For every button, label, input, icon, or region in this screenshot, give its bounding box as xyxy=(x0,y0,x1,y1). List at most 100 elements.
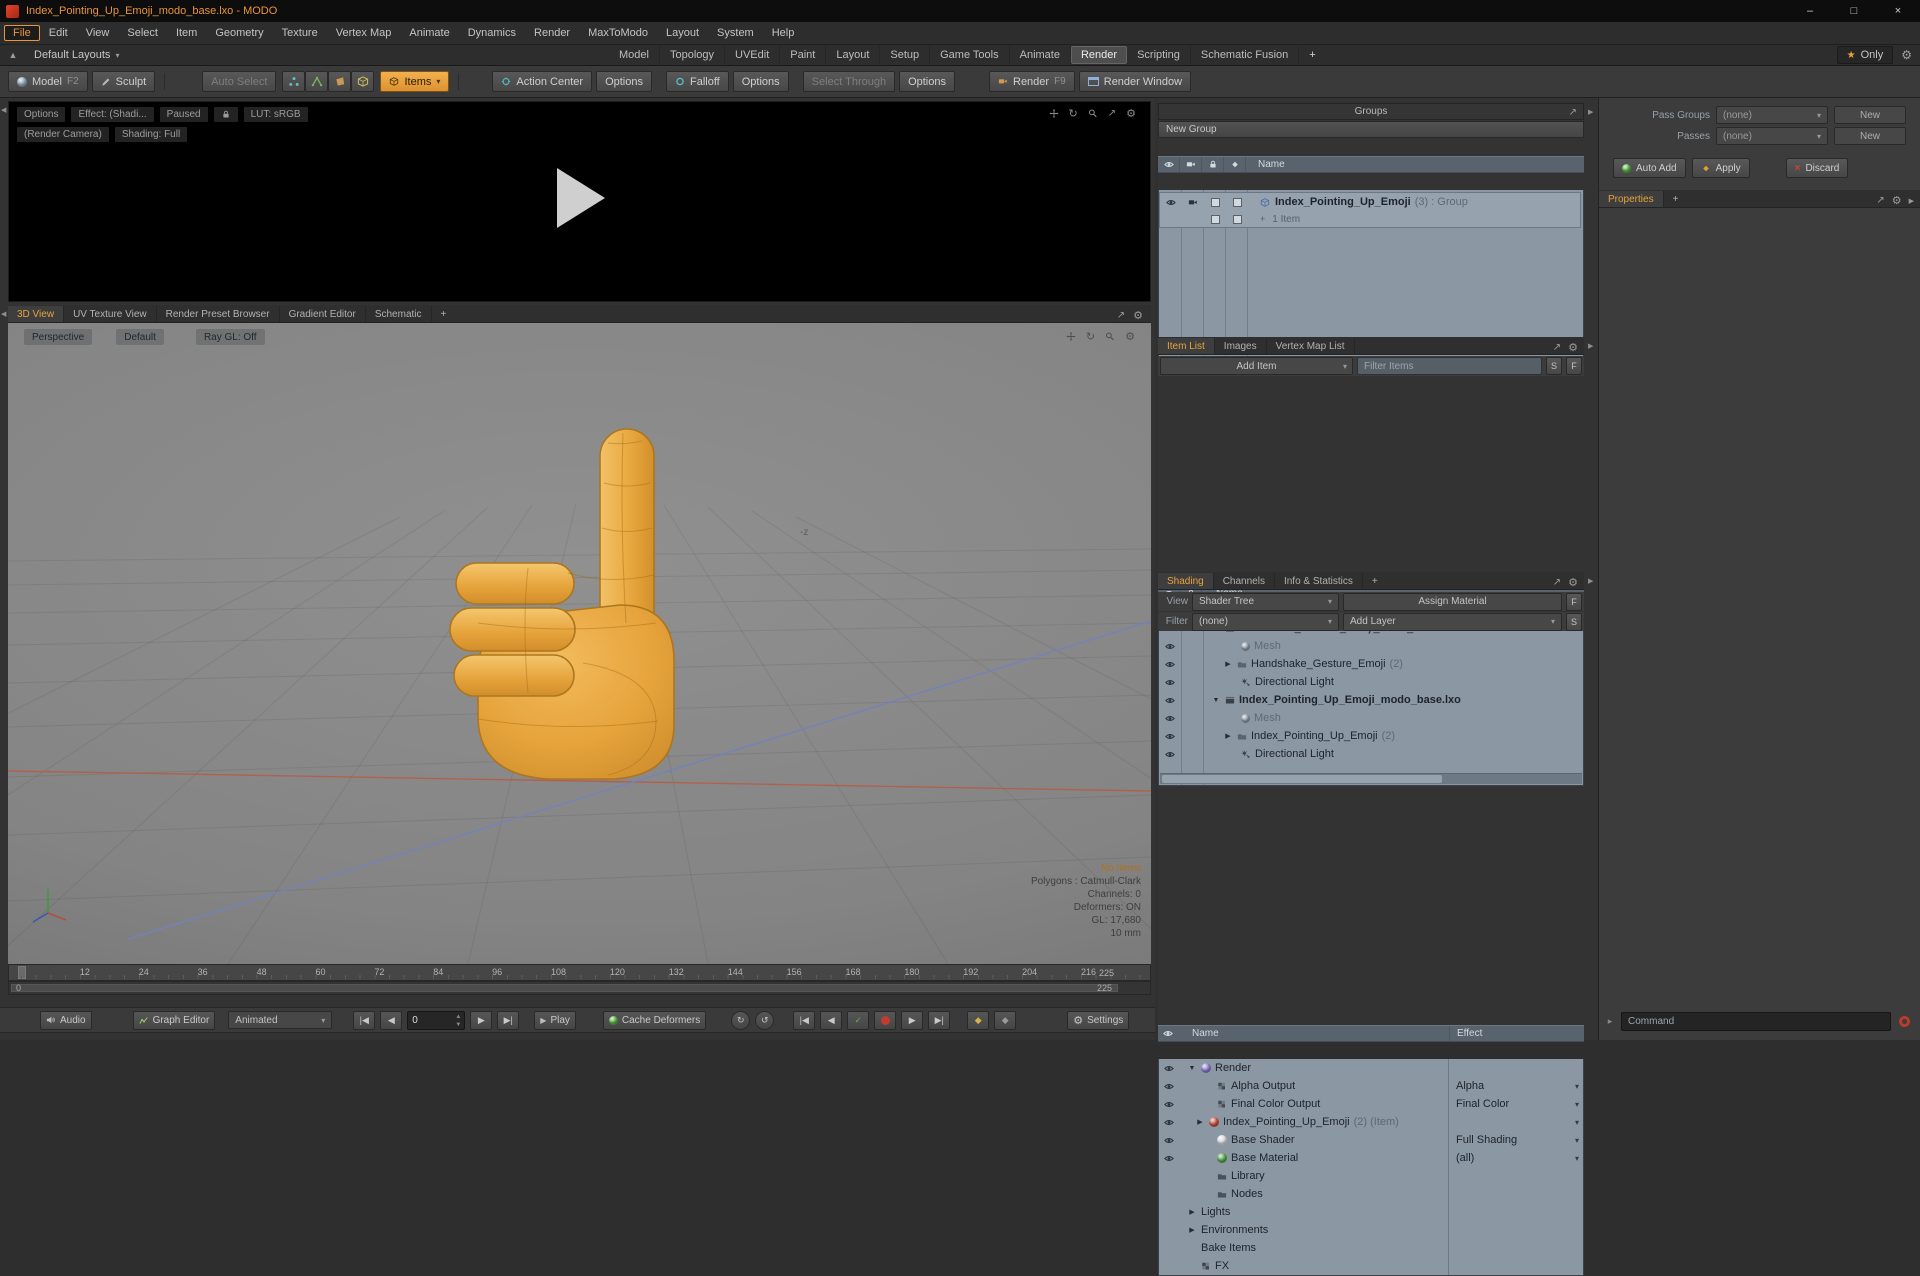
shader-row[interactable]: Final Color Output Final Color▾ xyxy=(1159,1095,1583,1113)
expand-icon[interactable]: ↗ xyxy=(1117,310,1125,321)
panel-collapse-icon[interactable]: ▶ xyxy=(1588,577,1593,585)
menu-item-vertex-map[interactable]: Vertex Map xyxy=(327,25,401,41)
add-key-button[interactable]: ◆ xyxy=(967,1011,989,1030)
select-through-button[interactable]: Select Through xyxy=(803,71,895,92)
group-row[interactable]: Index_Pointing_Up_Emoji (3) : Group xyxy=(1160,193,1580,211)
gear-icon[interactable]: ⚙ xyxy=(1568,576,1578,589)
effect-value[interactable]: Full Shading xyxy=(1456,1134,1517,1146)
panel-collapse-icon[interactable]: ◀ xyxy=(1,106,6,114)
render-window-button[interactable]: Render Window xyxy=(1079,71,1191,92)
viewport-3d[interactable]: -z xyxy=(8,323,1151,964)
go-to-start-button[interactable]: |◀ xyxy=(353,1011,375,1030)
add-properties-tab-button[interactable]: + xyxy=(1664,191,1688,207)
range-track[interactable] xyxy=(11,984,1118,992)
layout-tab-render[interactable]: Render xyxy=(1071,46,1127,64)
shader-row[interactable]: ▶Index_Pointing_Up_Emoji(2) (Item) ▾ xyxy=(1159,1113,1583,1131)
group-checkbox[interactable] xyxy=(1204,211,1226,227)
preview-lut-button[interactable]: LUT: sRGB xyxy=(244,107,308,122)
gear-icon[interactable]: ⚙ xyxy=(1568,341,1578,354)
eye-icon[interactable] xyxy=(1159,655,1181,673)
eye-icon[interactable] xyxy=(1159,1059,1179,1077)
prev-keyframe-button[interactable]: |◀ xyxy=(793,1011,815,1030)
layout-tab-topology[interactable]: Topology xyxy=(660,46,725,64)
group-checkbox[interactable] xyxy=(1204,193,1226,211)
preview-shading-button[interactable]: Shading: Full xyxy=(115,127,187,142)
shader-view-dropdown[interactable]: Shader Tree ▾ xyxy=(1192,593,1339,611)
render-camera-icon[interactable] xyxy=(1182,193,1204,211)
eye-icon[interactable] xyxy=(1159,1077,1179,1095)
effect-value[interactable]: Alpha xyxy=(1456,1080,1484,1092)
panel-collapse-icon[interactable]: ▶ xyxy=(1909,197,1914,205)
add-viewport-tab-button[interactable]: + xyxy=(432,306,456,322)
menu-item-view[interactable]: View xyxy=(77,25,119,41)
maximize-button[interactable]: □ xyxy=(1832,0,1876,22)
record-button[interactable] xyxy=(874,1011,896,1030)
effect-value[interactable]: Final Color xyxy=(1456,1098,1509,1110)
tab-vertex-map-list[interactable]: Vertex Map List xyxy=(1267,338,1355,354)
render-column-icon[interactable] xyxy=(1180,157,1202,172)
next-keyframe-button[interactable]: ▶| xyxy=(928,1011,950,1030)
key-confirm-button[interactable]: ✓ xyxy=(847,1011,869,1030)
command-input[interactable] xyxy=(1621,1012,1891,1031)
filter-items-input[interactable] xyxy=(1357,357,1542,375)
eye-icon[interactable] xyxy=(1159,691,1181,709)
layout-tab-game-tools[interactable]: Game Tools xyxy=(930,46,1010,64)
polygons-mode-button[interactable] xyxy=(328,71,351,92)
frame-spinner[interactable]: ▲▼ xyxy=(455,1013,461,1029)
tab-info-statistics[interactable]: Info & Statistics xyxy=(1275,573,1363,589)
edges-mode-button[interactable] xyxy=(305,71,328,92)
pass-groups-dropdown[interactable]: (none) ▾ xyxy=(1716,106,1828,124)
menu-item-animate[interactable]: Animate xyxy=(400,25,458,41)
expand-arrow-icon[interactable]: ▶ xyxy=(1223,660,1233,668)
gear-icon[interactable]: ⚙ xyxy=(1125,330,1135,343)
play-button[interactable]: ▶ Play xyxy=(534,1011,576,1030)
home-icon[interactable]: ▲ xyxy=(0,50,26,60)
expand-icon[interactable]: ↗ xyxy=(1569,107,1577,118)
shader-filter-dropdown[interactable]: (none) ▾ xyxy=(1192,613,1339,631)
expand-arrow-icon[interactable]: ▶ xyxy=(1223,732,1233,740)
preview-options-button[interactable]: Options xyxy=(17,107,65,122)
eye-icon[interactable] xyxy=(1159,1113,1179,1131)
minimize-button[interactable]: – xyxy=(1788,0,1832,22)
discard-button[interactable]: × Discard xyxy=(1786,158,1849,178)
shader-f-button[interactable]: F xyxy=(1566,593,1582,611)
panel-collapse-icon[interactable]: ▶ xyxy=(1588,342,1593,350)
preview-effect-button[interactable]: Effect: (Shadi... xyxy=(71,107,153,122)
auto-select-button[interactable]: Auto Select xyxy=(202,71,276,92)
filter-column-icon[interactable] xyxy=(1224,157,1246,172)
auto-add-button[interactable]: Auto Add xyxy=(1613,158,1686,178)
shader-s-button[interactable]: S xyxy=(1566,613,1582,631)
expand-arrow-icon[interactable]: ▶ xyxy=(1187,1226,1197,1234)
layout-tab-uvedit[interactable]: UVEdit xyxy=(725,46,780,64)
plus-icon[interactable]: + xyxy=(1260,214,1265,224)
item-list-row[interactable]: ▼ Index_Pointing_Up_Emoji_modo_base.lxo xyxy=(1159,691,1583,709)
expand-icon[interactable]: ↗ xyxy=(1553,577,1561,588)
group-sub-row[interactable]: + 1 Item xyxy=(1160,211,1580,227)
graph-editor-button[interactable]: Graph Editor xyxy=(133,1011,216,1030)
item-list-row[interactable]: ▶ Handshake_Gesture_Emoji (2) xyxy=(1159,655,1583,673)
shader-row[interactable]: Library xyxy=(1159,1167,1583,1185)
timeline-ruler[interactable]: 0 12 24 36 48 60 72 84 96 108 120 132 14… xyxy=(8,964,1151,981)
tab-schematic[interactable]: Schematic xyxy=(366,306,432,322)
assign-material-button[interactable]: Assign Material xyxy=(1343,593,1562,611)
eye-icon[interactable] xyxy=(1159,1131,1179,1149)
select-through-options-button[interactable]: Options xyxy=(899,71,955,92)
eye-icon[interactable] xyxy=(1159,745,1181,763)
item-list-tree[interactable]: ▼ Handshake_Gesture_Emoji_modo_base.lxo … xyxy=(1158,619,1584,786)
eye-icon[interactable] xyxy=(1159,1149,1179,1167)
new-group-button[interactable]: New Group xyxy=(1158,121,1584,138)
tab-shading[interactable]: Shading xyxy=(1158,573,1214,589)
ray-gl-button[interactable]: Ray GL: Off xyxy=(196,329,265,345)
loop-mode-icon[interactable]: ↻ xyxy=(731,1011,750,1030)
render-button[interactable]: Render F9 xyxy=(989,71,1075,92)
layout-tab-paint[interactable]: Paint xyxy=(780,46,826,64)
effect-value[interactable]: (all) xyxy=(1456,1152,1474,1164)
record-macro-icon[interactable] xyxy=(1899,1016,1910,1027)
shader-row[interactable]: Base Material (all)▾ xyxy=(1159,1149,1583,1167)
bounce-mode-icon[interactable]: ↺ xyxy=(755,1011,774,1030)
item-list-row[interactable]: Mesh xyxy=(1159,637,1583,655)
orbit-icon[interactable]: ↻ xyxy=(1086,330,1095,343)
settings-button[interactable]: ⚙ Settings xyxy=(1067,1011,1129,1030)
prev-frame-button[interactable]: ◀ xyxy=(380,1011,402,1030)
shader-row[interactable]: FX xyxy=(1159,1257,1583,1275)
